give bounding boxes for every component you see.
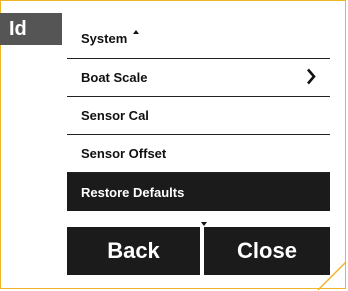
scroll-up-arrow-icon[interactable] bbox=[133, 30, 139, 34]
back-button[interactable]: Back bbox=[67, 227, 200, 275]
close-button[interactable]: Close bbox=[204, 227, 330, 275]
scroll-down-arrow-icon[interactable] bbox=[201, 222, 207, 226]
chevron-right-icon bbox=[306, 68, 316, 87]
menu-item-restore-defaults[interactable]: Restore Defaults bbox=[67, 173, 330, 211]
menu-item-system[interactable]: System bbox=[67, 18, 330, 59]
menu-item-label: Boat Scale bbox=[81, 70, 148, 85]
menu-item-label: Sensor Offset bbox=[81, 146, 167, 161]
menu-item-label: Sensor Cal bbox=[81, 108, 149, 123]
menu-item-sensor-offset[interactable]: Sensor Offset bbox=[67, 135, 330, 173]
menu-item-label: System bbox=[81, 30, 128, 46]
menu-item-boat-scale[interactable]: Boat Scale bbox=[67, 59, 330, 97]
settings-menu: System Boat Scale Sensor Cal Sensor Offs… bbox=[67, 18, 330, 211]
menu-item-sensor-cal[interactable]: Sensor Cal bbox=[67, 97, 330, 135]
page-tag: Id bbox=[0, 13, 62, 45]
menu-item-label: Restore Defaults bbox=[81, 184, 185, 200]
